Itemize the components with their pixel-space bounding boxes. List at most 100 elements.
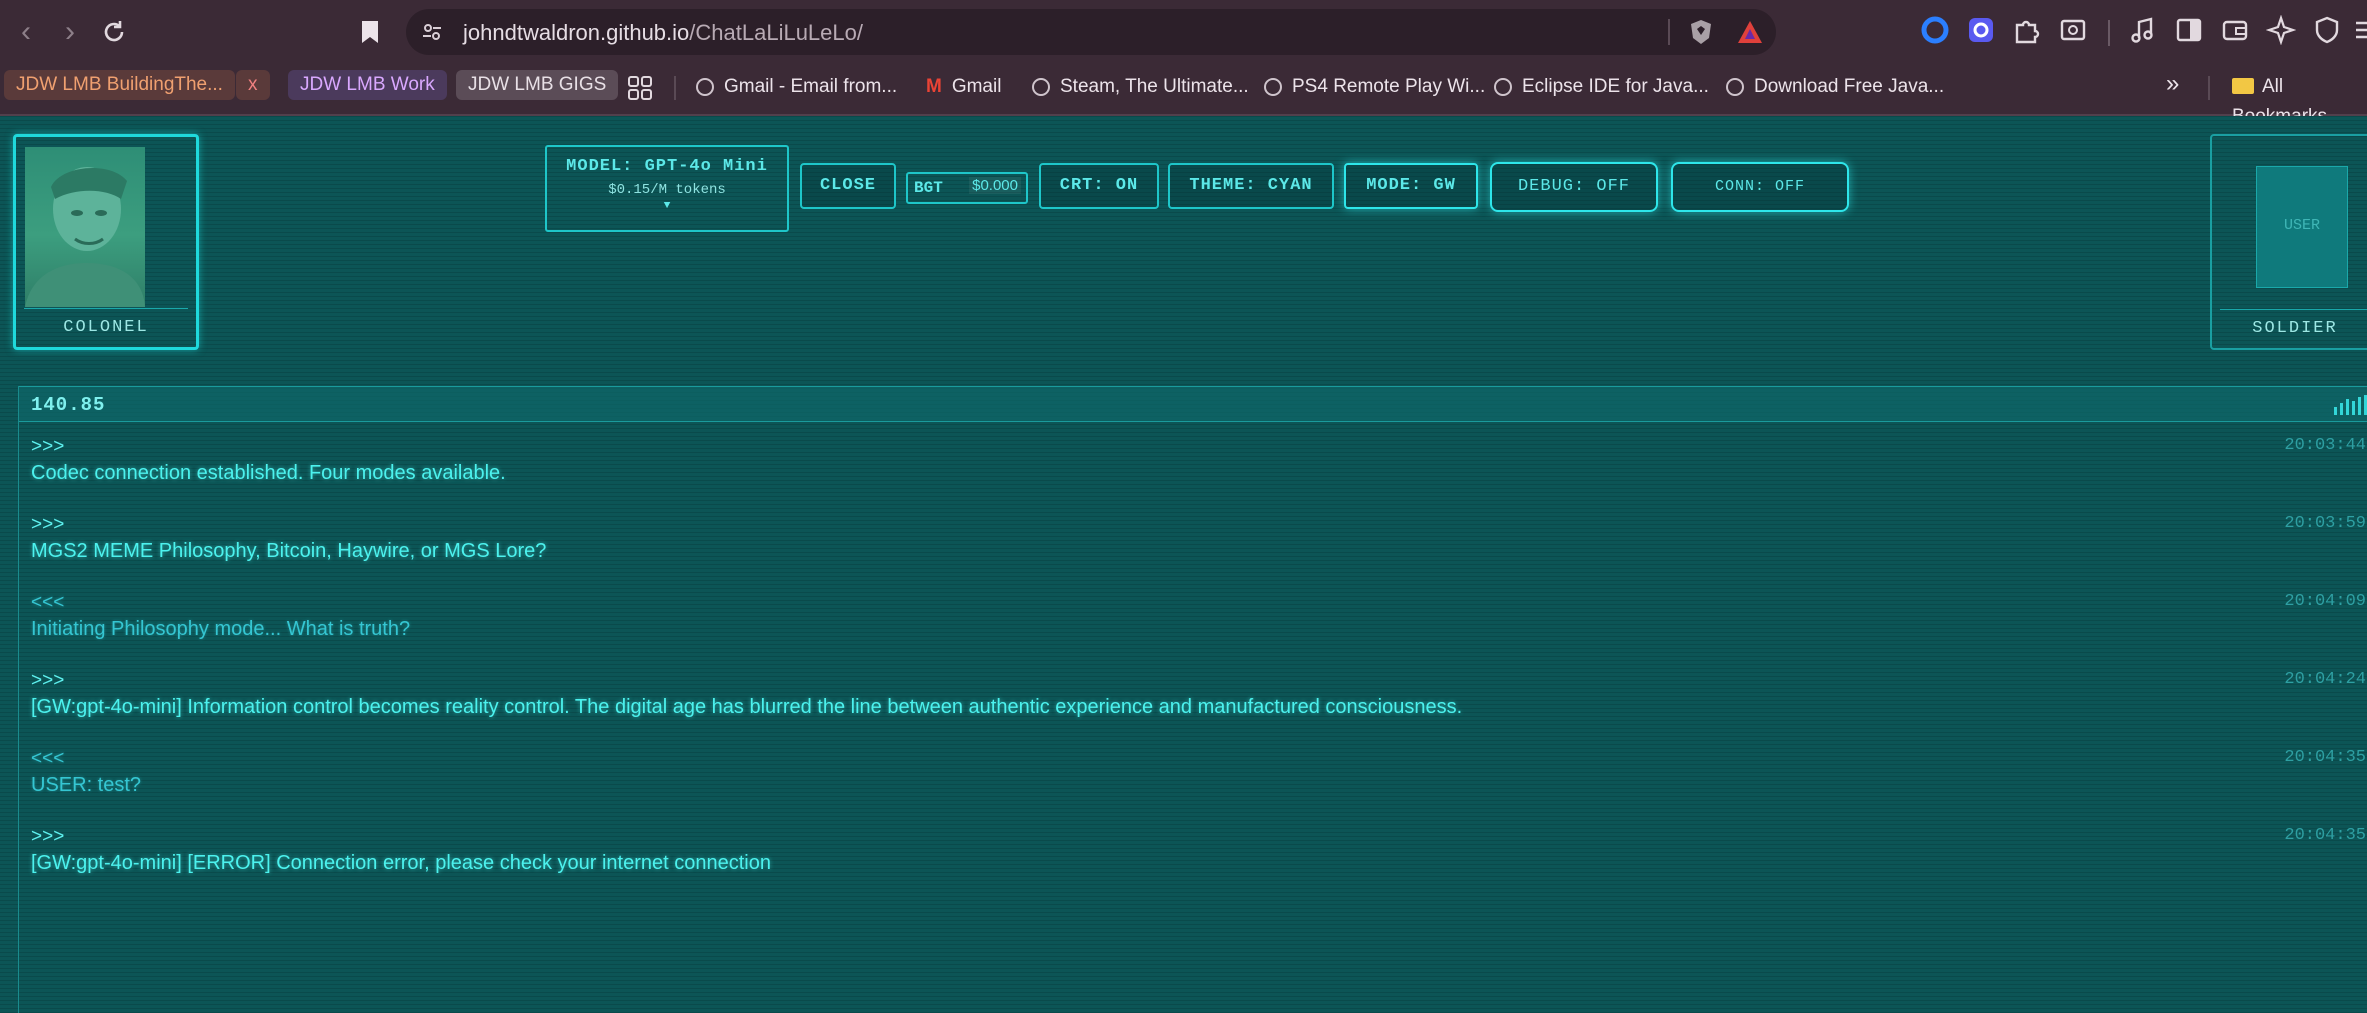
user-placeholder-frame: USER (2256, 166, 2348, 288)
music-note-icon[interactable] (2128, 15, 2158, 45)
divider (2108, 20, 2110, 46)
message-direction: >>> (31, 826, 65, 847)
bookmarks-bar: JDW LMB BuildingThe... x JDW LMB Work JD… (0, 66, 2367, 127)
close-button[interactable]: CLOSE (800, 163, 896, 209)
message-timestamp: 20:03:44 (2284, 436, 2366, 455)
forward-icon[interactable]: › (52, 14, 88, 50)
bookmark-label: PS4 Remote Play Wi... (1292, 76, 1486, 97)
bookmark-folder-gigs[interactable]: JDW LMB GIGS (456, 70, 619, 100)
colonel-image (25, 147, 145, 307)
bookmark-gmail[interactable]: M Gmail (926, 72, 1001, 102)
chat-message: <<< USER: test? 20:04:35 (31, 748, 2366, 808)
mode-button[interactable]: MODE: GW (1344, 163, 1478, 209)
url-host: johndtwaldron.github.io (463, 20, 690, 45)
reload-icon[interactable] (96, 14, 132, 50)
extension-ring-icon[interactable] (1920, 15, 1950, 45)
message-text: Initiating Philosophy mode... What is tr… (31, 618, 411, 640)
message-timestamp: 20:04:24 (2284, 670, 2366, 689)
bookmark-folder-x[interactable]: x (236, 70, 270, 100)
chat-message: >>> MGS2 MEME Philosophy, Bitcoin, Haywi… (31, 514, 2366, 574)
divider (674, 76, 676, 100)
model-name: MODEL: GPT-4o Mini (566, 157, 768, 176)
colonel-label: COLONEL (63, 318, 149, 337)
message-direction: <<< (31, 748, 65, 769)
brave-rewards-icon[interactable] (1736, 19, 1764, 45)
url-text[interactable]: johndtwaldron.github.io/ChatLaLiLuLeLo/ (463, 20, 863, 46)
model-selector[interactable]: MODEL: GPT-4o Mini $0.15/M tokens ▼ (545, 145, 789, 232)
address-bar[interactable]: johndtwaldron.github.io/ChatLaLiLuLeLo/ (406, 9, 1776, 55)
chat-log[interactable]: 140.85 >>> Codec connection established.… (18, 386, 2367, 1013)
crt-toggle-button[interactable]: CRT: ON (1039, 163, 1159, 209)
bookmark-label: Download Free Java... (1754, 76, 1945, 97)
budget-value: $0.000 (969, 177, 1021, 194)
globe-icon (1726, 78, 1744, 96)
sidebar-icon[interactable] (2174, 15, 2204, 45)
bookmark-label: Steam, The Ultimate... (1060, 76, 1249, 97)
codec-frequency: 140.85 (31, 394, 106, 416)
soldier-portrait: USER SOLDIER (2210, 134, 2367, 350)
message-text: USER: test? (31, 774, 142, 796)
chat-message: >>> [GW:gpt-4o-mini] Information control… (31, 670, 2366, 730)
message-text: MGS2 MEME Philosophy, Bitcoin, Haywire, … (31, 540, 547, 562)
globe-icon (696, 78, 714, 96)
menu-icon[interactable] (2352, 15, 2367, 45)
bookmark-label: Gmail - Email from... (724, 76, 898, 97)
globe-icon (1264, 78, 1282, 96)
extension-gear-icon[interactable] (1966, 15, 1996, 45)
model-price: $0.15/M tokens (608, 182, 726, 198)
codec-app: COLONEL MODEL: GPT-4o Mini $0.15/M token… (0, 116, 2367, 1013)
bookmark-folder-building[interactable]: JDW LMB BuildingThe... (4, 70, 235, 100)
message-text: [GW:gpt-4o-mini] Information control bec… (31, 696, 1463, 718)
message-direction: <<< (31, 592, 65, 613)
message-text: [GW:gpt-4o-mini] [ERROR] Connection erro… (31, 852, 771, 874)
globe-icon (1032, 78, 1050, 96)
message-timestamp: 20:04:35 (2284, 826, 2366, 845)
connection-toggle-button[interactable]: CONN: OFF (1671, 162, 1849, 212)
chat-message: >>> [GW:gpt-4o-mini] [ERROR] Connection … (31, 826, 2366, 886)
message-timestamp: 20:04:35 (2284, 748, 2366, 767)
bookmark-eclipse[interactable]: Eclipse IDE for Java... (1494, 72, 1709, 102)
divider (1668, 19, 1670, 45)
folder-icon (2232, 78, 2254, 94)
back-icon[interactable]: ‹ (8, 14, 44, 50)
message-direction: >>> (31, 670, 65, 691)
wallet-icon[interactable] (2220, 15, 2250, 45)
bookmark-java[interactable]: Download Free Java... (1726, 72, 1944, 102)
message-text: Codec connection established. Four modes… (31, 462, 506, 484)
vpn-shield-icon[interactable] (2312, 15, 2342, 45)
bookmark-label: Gmail (951, 76, 1002, 97)
chat-message: <<< Initiating Philosophy mode... What i… (31, 592, 2366, 652)
budget-label: BGT (914, 179, 943, 197)
message-direction: >>> (31, 514, 65, 535)
message-timestamp: 20:03:59 (2284, 514, 2366, 533)
chat-header: 140.85 (19, 386, 2367, 422)
divider (2208, 76, 2210, 100)
gmail-icon: M (926, 76, 942, 97)
chat-message: >>> Codec connection established. Four m… (31, 436, 2366, 496)
budget-indicator: BGT $0.000 (906, 172, 1028, 204)
soldier-label: SOLDIER (2252, 319, 2338, 338)
divider (2220, 309, 2367, 310)
bookmark-label: Eclipse IDE for Java... (1522, 76, 1709, 97)
bookmarks-overflow-icon[interactable]: » (2166, 69, 2179, 99)
theme-button[interactable]: THEME: CYAN (1168, 163, 1334, 209)
bookmark-star-icon[interactable] (352, 14, 388, 50)
chevron-down-icon: ▼ (663, 200, 671, 212)
message-timestamp: 20:04:09 (2284, 592, 2366, 611)
apps-grid-icon[interactable] (626, 74, 654, 102)
extensions-puzzle-icon[interactable] (2012, 15, 2042, 45)
browser-toolbar: ‹ › johndtwaldron.github.io/ChatLaLiLuLe… (0, 0, 2367, 66)
leo-ai-icon[interactable] (2266, 15, 2296, 45)
colonel-portrait: COLONEL (13, 134, 199, 350)
bookmark-ps4-remote[interactable]: PS4 Remote Play Wi... (1264, 72, 1485, 102)
page-search-icon[interactable] (2058, 15, 2088, 45)
site-settings-icon[interactable] (422, 22, 442, 42)
debug-toggle-button[interactable]: DEBUG: OFF (1490, 162, 1658, 212)
bookmark-steam[interactable]: Steam, The Ultimate... (1032, 72, 1249, 102)
divider (24, 308, 188, 309)
brave-shield-icon[interactable] (1688, 18, 1714, 46)
bookmark-folder-work[interactable]: JDW LMB Work (288, 70, 447, 100)
url-path: /ChatLaLiLuLeLo/ (689, 20, 863, 45)
bookmark-gmail-email[interactable]: Gmail - Email from... (696, 72, 897, 102)
message-direction: >>> (31, 436, 65, 457)
